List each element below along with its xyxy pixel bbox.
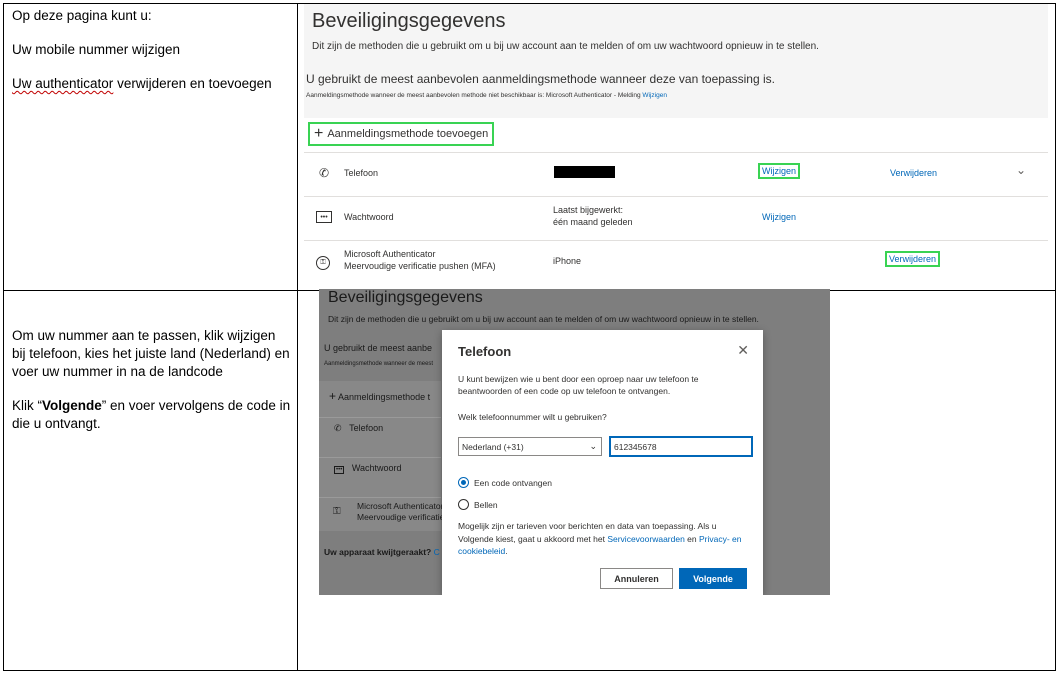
- row2-text-cell: Om uw nummer aan te passen, klik wijzige…: [12, 327, 292, 449]
- change-mobile-text: Uw mobile nummer wijzigen: [12, 42, 181, 57]
- radio-selected[interactable]: [458, 477, 469, 488]
- instruction-text: Om uw nummer aan te passen, klik wijzige…: [12, 328, 290, 379]
- phone-icon: ✆: [334, 423, 342, 433]
- recommended-method-text: U gebruikt de meest aanbevolen aanmeldin…: [306, 72, 775, 86]
- phone-dialog-screenshot: Beveiligingsgegevens Dit zijn de methode…: [319, 289, 830, 595]
- phone-dialog: Telefoon ✕ U kunt bewijzen wie u bent do…: [442, 330, 763, 595]
- column-divider: [297, 4, 298, 670]
- phone-question: Welk telefoonnummer wilt u gebruiken?: [458, 412, 607, 422]
- redacted-number: [554, 166, 615, 178]
- phone-remove-link[interactable]: Verwijderen: [890, 168, 937, 178]
- bg-lost-device: Uw apparaat kwijtgeraakt? C: [324, 547, 440, 557]
- default-method-change-link[interactable]: Wijzigen: [642, 92, 667, 99]
- method-name: Microsoft Authenticator: [344, 249, 436, 259]
- phone-icon: ✆: [318, 166, 330, 180]
- method-row-authenticator: ⚿ Microsoft Authenticator Meervoudige ve…: [304, 240, 1048, 284]
- method-name: Telefoon: [344, 168, 379, 178]
- close-icon[interactable]: ✕: [737, 342, 749, 359]
- cancel-button[interactable]: Annuleren: [600, 568, 673, 589]
- page-title: Beveiligingsgegevens: [328, 289, 483, 306]
- add-method-button[interactable]: + Aanmeldingsmethode toevoegen: [308, 122, 495, 146]
- bg-default-text: Aanmeldingsmethode wanneer de meest: [324, 361, 434, 367]
- method-name: Wachtwoord: [344, 212, 394, 222]
- chevron-down-icon: ⌄: [589, 441, 597, 451]
- radio-unselected[interactable]: [458, 499, 469, 510]
- method-row-phone: ✆ Telefoon Wijzigen Verwijderen ⌄: [304, 152, 1048, 197]
- phone-number-input[interactable]: 612345678: [609, 436, 753, 457]
- device-name: iPhone: [553, 256, 582, 266]
- terms-note: Mogelijk zijn er tarieven voor berichten…: [458, 521, 742, 556]
- row1-text-cell: Op deze pagina kunt u: Uw mobile nummer …: [12, 7, 292, 109]
- page-title: Beveiligingsgegevens: [312, 10, 506, 32]
- page-description: Dit zijn de methoden die u gebruikt om u…: [312, 41, 819, 52]
- intro-text: Op deze pagina kunt u:: [12, 8, 152, 23]
- last-updated-value: één maand geleden: [553, 217, 633, 227]
- plus-icon: +: [314, 125, 324, 142]
- bg-phone: ✆ Telefoon: [334, 423, 384, 433]
- authenticator-icon: ⚿: [316, 256, 330, 270]
- method-row-password: ••• Wachtwoord Laatst bijgewerkt: één ma…: [304, 196, 1048, 241]
- security-info-screenshot: Beveiligingsgegevens Dit zijn de methode…: [304, 4, 1048, 284]
- bg-auth-sub: Meervoudige verificatie: [357, 512, 445, 522]
- chevron-down-icon[interactable]: ⌄: [1016, 163, 1026, 177]
- country-select[interactable]: Nederland (+31) ⌄: [458, 437, 602, 456]
- password-icon: •••: [334, 466, 345, 474]
- option-call[interactable]: Bellen: [458, 499, 498, 510]
- next-instruction-text: Klik “Volgende” en voer vervolgens de co…: [12, 398, 291, 431]
- option-code[interactable]: Een code ontvangen: [458, 477, 552, 488]
- phone-change-link[interactable]: Wijzigen: [758, 163, 801, 179]
- method-subtitle: Meervoudige verificatie pushen (MFA): [344, 261, 496, 271]
- bg-auth-name: Microsoft Authenticator: [357, 501, 444, 511]
- last-updated-label: Laatst bijgewerkt:: [553, 205, 624, 215]
- default-method-text: Aanmeldingsmethode wanneer de meest aanb…: [306, 92, 667, 99]
- terms-link[interactable]: Servicevoorwaarden: [607, 534, 684, 544]
- authenticator-word: Uw authenticator: [12, 76, 114, 91]
- bg-password: ••• Wachtwoord: [334, 463, 402, 474]
- dialog-title: Telefoon: [458, 344, 512, 359]
- next-button[interactable]: Volgende: [679, 568, 747, 589]
- authenticator-remove-link[interactable]: Verwijderen: [885, 251, 941, 267]
- bg-add-method: + Aanmeldingsmethode t: [329, 389, 431, 403]
- bg-recommended-text: U gebruikt de meest aanbe: [324, 343, 433, 353]
- authenticator-text: Uw authenticator verwijderen en toevoege…: [12, 76, 272, 91]
- password-icon: •••: [316, 211, 332, 223]
- authenticator-icon: ⚿: [333, 506, 341, 517]
- page-description: Dit zijn de methoden die u gebruikt om u…: [328, 314, 759, 324]
- password-change-link[interactable]: Wijzigen: [762, 212, 796, 222]
- dialog-description: U kunt bewijzen wie u bent door een opro…: [458, 374, 699, 396]
